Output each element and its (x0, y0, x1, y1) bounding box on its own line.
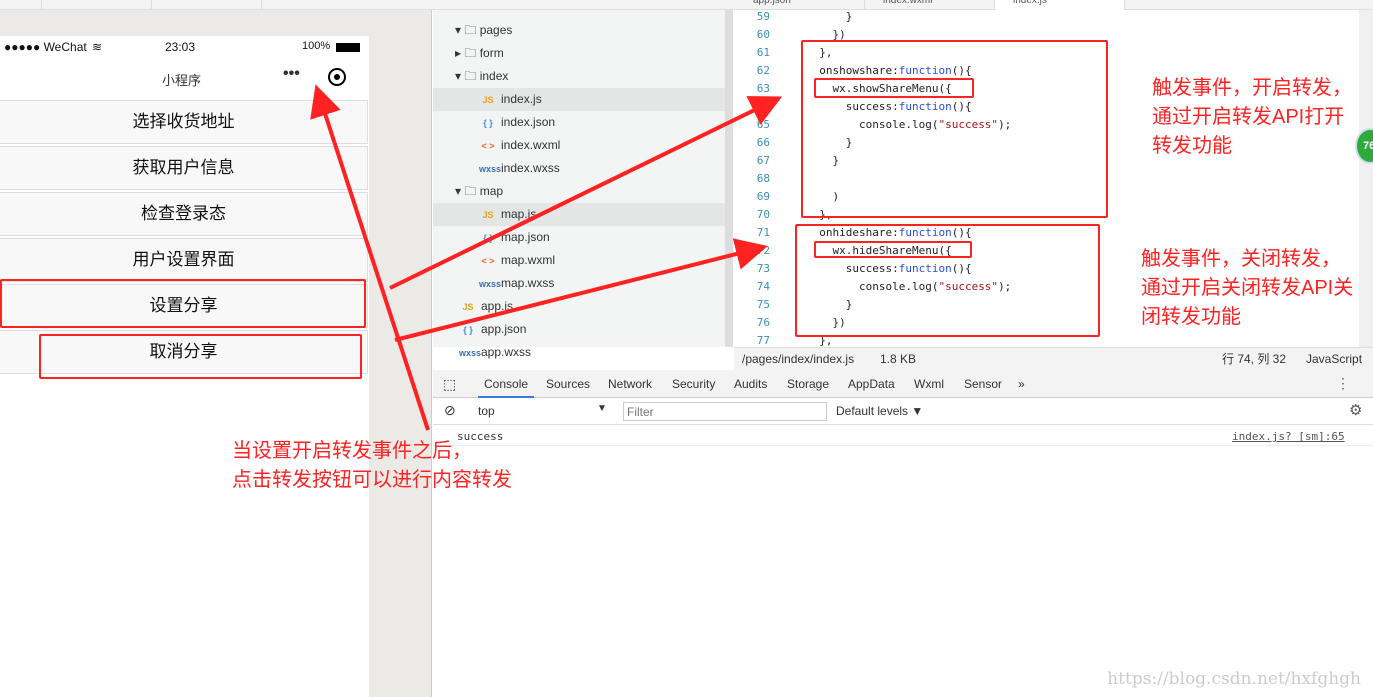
watermark: https://blog.csdn.net/hxfghgh (1107, 669, 1361, 689)
arrow-to-more-button (310, 84, 430, 431)
arrow-to-hide-code (394, 238, 768, 342)
annotation-arrows (310, 84, 783, 431)
